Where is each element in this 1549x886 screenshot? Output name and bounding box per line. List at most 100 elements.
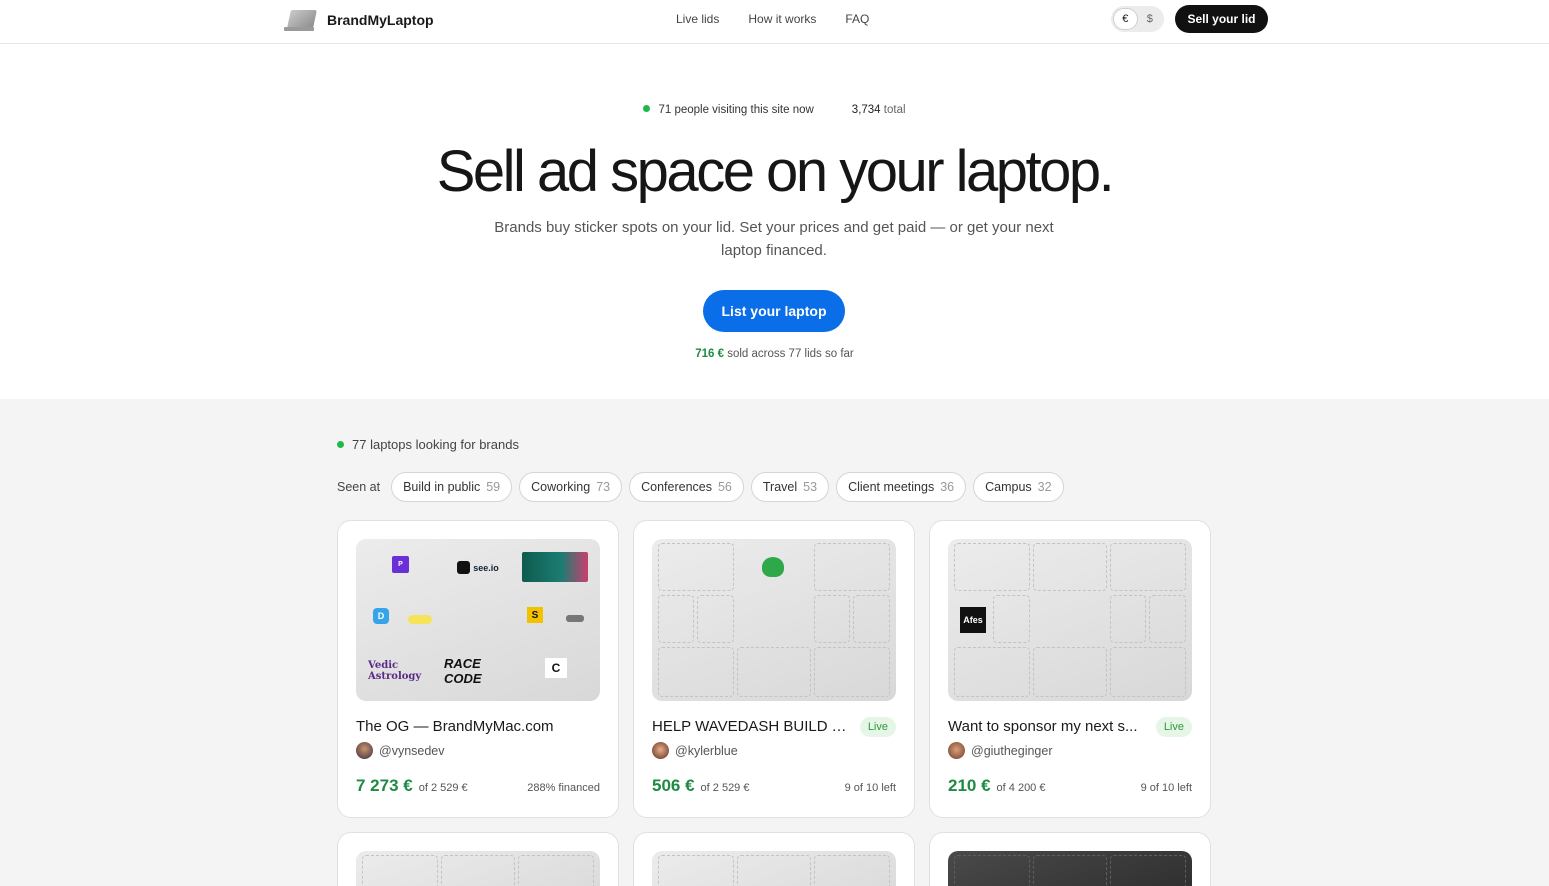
raised-amount: 210 € (948, 776, 991, 795)
laptop-card[interactable]: P see.io D S Vedic Astrology RACE CODE C… (337, 520, 619, 818)
empty-sticker-slot[interactable] (658, 543, 734, 591)
owner-handle[interactable]: @kylerblue (652, 742, 738, 759)
empty-sticker-slot[interactable] (697, 595, 734, 643)
laptop-lid-preview: P see.io D S Vedic Astrology RACE CODE C (356, 539, 600, 701)
empty-sticker-slot[interactable] (1033, 543, 1107, 591)
seen-at-filters: Seen at Build in public 59 Coworking 73 Co… (337, 472, 1064, 502)
funding-progress: 7 273 € of 2 529 € (356, 776, 468, 796)
funding-progress: 210 € of 4 200 € (948, 776, 1045, 796)
nav-faq[interactable]: FAQ (845, 12, 869, 26)
empty-sticker-slot[interactable] (737, 855, 811, 886)
filter-count: 53 (803, 480, 818, 494)
sticker-banner-icon (522, 552, 588, 582)
empty-sticker-slot[interactable] (1110, 595, 1146, 643)
goal-amount: of 2 529 € (700, 782, 750, 794)
sticker-small-icon (566, 615, 584, 622)
empty-sticker-slot[interactable] (954, 647, 1030, 697)
page-title: Sell ad space on your laptop. (436, 139, 1115, 204)
list-your-laptop-button[interactable]: List your laptop (703, 290, 845, 332)
empty-sticker-slot[interactable] (441, 855, 515, 886)
empty-sticker-slot[interactable] (1110, 855, 1186, 886)
laptop-lid-preview (356, 851, 600, 886)
filter-conferences[interactable]: Conferences 56 (629, 472, 744, 502)
nav-live-lids[interactable]: Live lids (676, 12, 719, 26)
empty-sticker-slot[interactable] (658, 855, 734, 886)
laptop-card[interactable] (337, 832, 619, 886)
laptop-card[interactable] (633, 832, 915, 886)
empty-sticker-slot[interactable] (1110, 647, 1186, 697)
avatar (948, 742, 965, 759)
funding-note: 288% financed (527, 782, 600, 794)
empty-sticker-slot[interactable] (814, 543, 890, 591)
empty-sticker-slot[interactable] (954, 855, 1030, 886)
filter-label: Client meetings (848, 480, 935, 494)
brand-home-link[interactable]: BrandMyLaptop (283, 8, 434, 32)
slots-left: 9 of 10 left (1140, 782, 1192, 794)
empty-sticker-slot[interactable] (814, 595, 850, 643)
empty-sticker-slot[interactable] (814, 855, 890, 886)
currency-usd-button[interactable]: $ (1138, 8, 1162, 30)
empty-sticker-slot[interactable] (518, 855, 594, 886)
filter-label: Campus (985, 480, 1032, 494)
filter-campus[interactable]: Campus 32 (973, 472, 1064, 502)
raised-amount: 7 273 € (356, 776, 413, 795)
filter-coworking[interactable]: Coworking 73 (519, 472, 623, 502)
empty-sticker-slot[interactable] (853, 595, 890, 643)
filter-count: 56 (717, 480, 732, 494)
total-number: 3,734 (851, 104, 881, 116)
filter-label: Coworking (531, 480, 591, 494)
laptop-logo-icon (283, 8, 317, 32)
filter-count: 36 (940, 480, 955, 494)
empty-sticker-slot[interactable] (658, 647, 734, 697)
goal-amount: of 2 529 € (418, 782, 468, 794)
empty-sticker-slot[interactable] (658, 595, 694, 643)
laptop-card[interactable] (929, 832, 1211, 886)
empty-sticker-slot[interactable] (1110, 543, 1186, 591)
live-dot-icon (337, 441, 344, 448)
laptop-card[interactable]: Afes Want to sponsor my next s... Live @… (929, 520, 1211, 818)
sold-text: sold across 77 lids so far (727, 348, 854, 360)
filter-client-meetings[interactable]: Client meetings 36 (836, 472, 967, 502)
empty-sticker-slot[interactable] (1033, 647, 1107, 697)
currency-toggle: € $ (1111, 6, 1164, 32)
sticker-race-code-icon: RACE CODE (444, 656, 482, 686)
goal-amount: of 4 200 € (996, 782, 1046, 794)
sell-your-lid-button[interactable]: Sell your lid (1175, 5, 1268, 33)
laptop-card[interactable]: HELP WAVEDASH BUILD T... Live @kylerblue… (633, 520, 915, 818)
empty-sticker-slot[interactable] (814, 647, 890, 697)
card-title: Want to sponsor my next s... (948, 718, 1138, 735)
card-title: HELP WAVEDASH BUILD T... (652, 718, 848, 735)
owner-handle-text: @giutheginger (971, 743, 1053, 758)
currency-eur-button[interactable]: € (1113, 8, 1138, 30)
sold-summary: 716 € sold across 77 lids so far (0, 348, 1549, 360)
empty-sticker-slot[interactable] (993, 595, 1030, 643)
empty-sticker-slot[interactable] (1149, 595, 1186, 643)
empty-sticker-slot[interactable] (1033, 855, 1107, 886)
owner-handle-text: @kylerblue (675, 743, 738, 758)
owner-handle[interactable]: @vynsedev (356, 742, 445, 759)
filter-count: 59 (486, 480, 501, 494)
filter-label: Build in public (403, 480, 481, 494)
slots-left: 9 of 10 left (844, 782, 896, 794)
laptop-lid-preview: Afes (948, 539, 1192, 701)
nav-how-it-works[interactable]: How it works (748, 12, 816, 26)
filter-count: 73 (596, 480, 611, 494)
empty-sticker-slot[interactable] (954, 543, 1030, 591)
visitors-text: 71 people visiting this site now (658, 104, 814, 116)
main-nav: Live lids How it works FAQ (676, 12, 869, 26)
sticker-c-icon: C (545, 658, 567, 678)
live-badge: Live (859, 717, 896, 737)
filter-label: Travel (762, 480, 798, 494)
sticker-afes-icon: Afes (960, 607, 986, 633)
empty-sticker-slot[interactable] (737, 647, 811, 697)
visitor-stats: 71 people visiting this site now 3,734 t… (0, 104, 1549, 116)
top-navigation-bar: BrandMyLaptop Live lids How it works FAQ… (0, 0, 1549, 44)
empty-sticker-slot[interactable] (362, 855, 438, 886)
laptop-listing-section: 77 laptops looking for brands Seen at Bu… (0, 399, 1549, 886)
sticker-yellow-icon (408, 615, 432, 624)
filter-travel[interactable]: Travel 53 (750, 472, 830, 502)
owner-handle[interactable]: @giutheginger (948, 742, 1053, 759)
sticker-seeio-icon: see.io (456, 560, 500, 575)
laptop-lid-preview (652, 851, 896, 886)
filter-build-in-public[interactable]: Build in public 59 (391, 472, 513, 502)
